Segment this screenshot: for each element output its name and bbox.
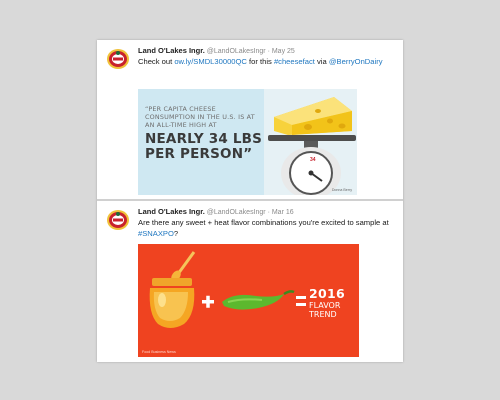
tweet-card-panel: Land O'Lakes Ingr. @LandOLakesIngr · May… bbox=[97, 40, 403, 362]
tweet-text-part: for this bbox=[246, 57, 274, 66]
author-name[interactable]: Land O'Lakes Ingr. bbox=[138, 207, 205, 216]
land-o-lakes-logo-icon[interactable] bbox=[106, 48, 130, 70]
kitchen-scale-icon bbox=[264, 89, 357, 195]
trend-trend-label: TREND bbox=[309, 310, 337, 319]
image-credit: Donna Berry bbox=[331, 188, 352, 192]
tweet-text-part: Are there any sweet + heat flavor combin… bbox=[138, 218, 389, 227]
quote-main-text: NEARLY 34 LBS PER PERSON” bbox=[145, 131, 263, 162]
tweet-header: Land O'Lakes Ingr. @LandOLakesIngr · Mar… bbox=[138, 207, 294, 216]
trend-flavor-label: FLAVOR bbox=[309, 301, 341, 310]
tweet-text: Are there any sweet + heat flavor combin… bbox=[138, 218, 396, 239]
handle-date[interactable]: @LandOLakesIngr · Mar 16 bbox=[207, 209, 294, 216]
image-credit: Food Business News bbox=[142, 350, 176, 354]
quote-top-text: “PER CAPITA CHEESE CONSUMPTION IN THE U.… bbox=[145, 105, 255, 129]
handle-date[interactable]: @LandOLakesIngr · May 25 bbox=[207, 48, 295, 55]
tweet-image-flavor-trend[interactable]: 2016 FLAVOR TREND Food Business News bbox=[138, 244, 359, 357]
tweet-text-part: Check out bbox=[138, 57, 175, 66]
author-name[interactable]: Land O'Lakes Ingr. bbox=[138, 46, 205, 55]
scale-number: 34 bbox=[310, 157, 316, 163]
tweet-header: Land O'Lakes Ingr. @LandOLakesIngr · May… bbox=[138, 46, 295, 55]
tweet-1[interactable]: Land O'Lakes Ingr. @LandOLakesIngr · May… bbox=[97, 40, 403, 199]
tweet-text-part: ? bbox=[173, 228, 179, 238]
tweet-image-cheese[interactable]: “PER CAPITA CHEESE CONSUMPTION IN THE U.… bbox=[138, 89, 357, 195]
hashtag-link[interactable]: #SNAXPO bbox=[138, 229, 174, 238]
tweet-2[interactable]: Land O'Lakes Ingr. @LandOLakesIngr · Mar… bbox=[97, 201, 403, 362]
tweet-text: Check out ow.ly/SMDL30000QC for this #ch… bbox=[138, 57, 396, 68]
land-o-lakes-logo-icon[interactable] bbox=[106, 209, 130, 231]
tweet-text-part: via bbox=[314, 57, 329, 66]
hashtag-link[interactable]: #cheesefact bbox=[274, 57, 315, 66]
mention-link[interactable]: @BerryOnDairy bbox=[329, 57, 383, 66]
trend-year: 2016 bbox=[309, 286, 345, 301]
tweet-link[interactable]: ow.ly/SMDL30000QC bbox=[174, 57, 247, 66]
